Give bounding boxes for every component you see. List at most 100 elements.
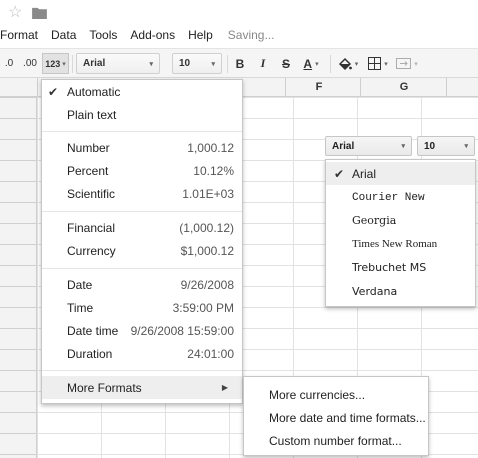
column-header-divider bbox=[285, 78, 286, 97]
italic-button[interactable]: I bbox=[254, 53, 272, 74]
chevron-down-icon: ▾ bbox=[149, 60, 153, 68]
format-plain-text[interactable]: Plain text bbox=[42, 104, 242, 126]
font-option-courier-new[interactable]: Courier New bbox=[326, 186, 475, 209]
toolbar-divider bbox=[72, 55, 73, 73]
font-option-label: Georgia bbox=[352, 214, 397, 227]
column-header-g[interactable]: G bbox=[372, 81, 436, 93]
format-more-formats-label: More Formats bbox=[67, 380, 142, 395]
chevron-down-icon: ▾ bbox=[62, 60, 66, 68]
menu-divider bbox=[42, 370, 242, 371]
font-option-trebuchet-ms[interactable]: Trebuchet MS bbox=[326, 256, 475, 279]
merge-cells-button[interactable]: ▾ bbox=[394, 53, 420, 74]
format-duration-label: Duration bbox=[67, 347, 113, 361]
text-color-button[interactable]: A ▾ bbox=[298, 53, 324, 74]
bold-button[interactable]: B bbox=[231, 53, 249, 74]
merge-cells-icon bbox=[396, 58, 412, 69]
increase-decimals-button[interactable]: .00 bbox=[20, 53, 40, 74]
more-formats-submenu: More currencies... More date and time fo… bbox=[243, 376, 429, 456]
format-currency-label: Currency bbox=[67, 244, 116, 258]
decrease-decimals-button[interactable]: .0 bbox=[1, 53, 17, 74]
font-option-label: Courier New bbox=[352, 191, 425, 204]
number-format-menu: ✔ Automatic Plain text Number 1,000.12 P… bbox=[41, 79, 243, 404]
column-header-divider bbox=[37, 78, 38, 97]
format-currency-example: $1,000.12 bbox=[180, 244, 234, 258]
font-toolbar-popup: Arial ▾ 10 ▾ bbox=[325, 136, 476, 158]
font-option-times-new-roman[interactable]: Times New Roman bbox=[326, 232, 475, 255]
font-size-open-value: 10 bbox=[424, 140, 436, 152]
strikethrough-label: S bbox=[281, 56, 290, 71]
chevron-down-icon: ▾ bbox=[315, 60, 319, 68]
format-date-time[interactable]: Date time 9/26/2008 15:59:00 bbox=[42, 320, 242, 342]
menu-tools[interactable]: Tools bbox=[89, 28, 117, 42]
column-header-divider bbox=[446, 78, 447, 97]
format-number[interactable]: Number 1,000.12 bbox=[42, 137, 242, 159]
decrease-decimals-label: .0 bbox=[4, 58, 14, 69]
menu-bar: Format Data Tools Add-ons Help Saving... bbox=[0, 26, 274, 44]
menu-divider bbox=[42, 268, 242, 269]
folder-icon[interactable] bbox=[32, 7, 48, 19]
font-family-menu: ✔ Arial Courier New Georgia Times New Ro… bbox=[325, 159, 476, 307]
menu-data[interactable]: Data bbox=[51, 28, 76, 42]
font-option-georgia[interactable]: Georgia bbox=[326, 209, 475, 232]
format-date-label: Date bbox=[67, 278, 93, 292]
strikethrough-button[interactable]: S bbox=[277, 53, 295, 74]
font-option-label: Trebuchet MS bbox=[352, 261, 427, 274]
borders-icon bbox=[368, 57, 382, 70]
format-time-label: Time bbox=[67, 301, 94, 315]
font-size-select-open[interactable]: 10 ▾ bbox=[417, 136, 475, 156]
toolbar-divider bbox=[330, 55, 331, 73]
menu-divider bbox=[42, 211, 242, 212]
more-formats-button[interactable]: 123 ▾ bbox=[42, 53, 69, 74]
menu-addons[interactable]: Add-ons bbox=[130, 28, 175, 42]
font-size-select[interactable]: 10 ▾ bbox=[172, 53, 222, 74]
menu-format[interactable]: Format bbox=[0, 28, 38, 42]
format-plain-text-label: Plain text bbox=[67, 108, 117, 122]
toolbar-divider bbox=[227, 55, 228, 73]
font-option-verdana[interactable]: Verdana bbox=[326, 280, 475, 303]
format-automatic[interactable]: ✔ Automatic bbox=[42, 81, 242, 103]
italic-label: I bbox=[260, 56, 266, 70]
menu-divider bbox=[42, 131, 242, 132]
format-duration-example: 24:01:00 bbox=[187, 347, 234, 361]
chevron-down-icon: ▾ bbox=[401, 143, 405, 150]
fill-color-button[interactable]: ▾ bbox=[334, 53, 362, 74]
increase-decimals-label: .00 bbox=[23, 58, 37, 69]
checkmark-icon: ✔ bbox=[334, 166, 345, 181]
format-more-formats[interactable]: More Formats ▶ bbox=[42, 376, 242, 399]
chevron-down-icon: ▾ bbox=[464, 143, 468, 150]
format-financial-label: Financial bbox=[67, 221, 116, 235]
more-currencies-item[interactable]: More currencies... bbox=[269, 388, 365, 402]
format-percent[interactable]: Percent 10.12% bbox=[42, 160, 242, 182]
format-date-time-example: 9/26/2008 15:59:00 bbox=[130, 324, 234, 338]
toolbar: .0 .00 123▾ Arial▾ 10▾ B I S A ▾ ▾ ▾ bbox=[0, 48, 478, 78]
font-family-select[interactable]: Arial ▾ bbox=[76, 53, 160, 74]
chevron-down-icon: ▾ bbox=[384, 60, 388, 68]
format-currency[interactable]: Currency $1,000.12 bbox=[42, 240, 242, 262]
format-date-time-label: Date time bbox=[67, 324, 119, 338]
text-color-label: A bbox=[303, 56, 313, 71]
star-icon[interactable]: ☆ bbox=[8, 5, 22, 21]
format-financial[interactable]: Financial (1,000.12) bbox=[42, 217, 242, 239]
format-automatic-label: Automatic bbox=[67, 85, 121, 99]
menu-help[interactable]: Help bbox=[188, 28, 213, 42]
format-number-example: 1,000.12 bbox=[187, 141, 234, 155]
font-option-label: Verdana bbox=[352, 285, 398, 298]
font-family-open-value: Arial bbox=[332, 140, 355, 152]
top-icons: ☆ bbox=[8, 4, 48, 22]
format-time-example: 3:59:00 PM bbox=[172, 301, 234, 315]
font-family-select-open[interactable]: Arial ▾ bbox=[325, 136, 412, 156]
custom-number-format-item[interactable]: Custom number format... bbox=[269, 434, 402, 448]
borders-button[interactable]: ▾ bbox=[365, 53, 391, 74]
format-scientific-example: 1.01E+03 bbox=[182, 187, 234, 201]
more-formats-label: 123 bbox=[45, 58, 61, 69]
column-header-f[interactable]: F bbox=[287, 81, 351, 93]
format-scientific[interactable]: Scientific 1.01E+03 bbox=[42, 183, 242, 205]
format-date[interactable]: Date 9/26/2008 bbox=[42, 274, 242, 296]
chevron-right-icon: ▶ bbox=[221, 383, 228, 392]
column-header-divider bbox=[360, 78, 361, 97]
format-time[interactable]: Time 3:59:00 PM bbox=[42, 297, 242, 319]
font-option-arial[interactable]: ✔ Arial bbox=[326, 162, 475, 185]
format-duration[interactable]: Duration 24:01:00 bbox=[42, 343, 242, 365]
bold-label: B bbox=[235, 56, 245, 71]
more-date-time-formats-item[interactable]: More date and time formats... bbox=[269, 411, 426, 425]
